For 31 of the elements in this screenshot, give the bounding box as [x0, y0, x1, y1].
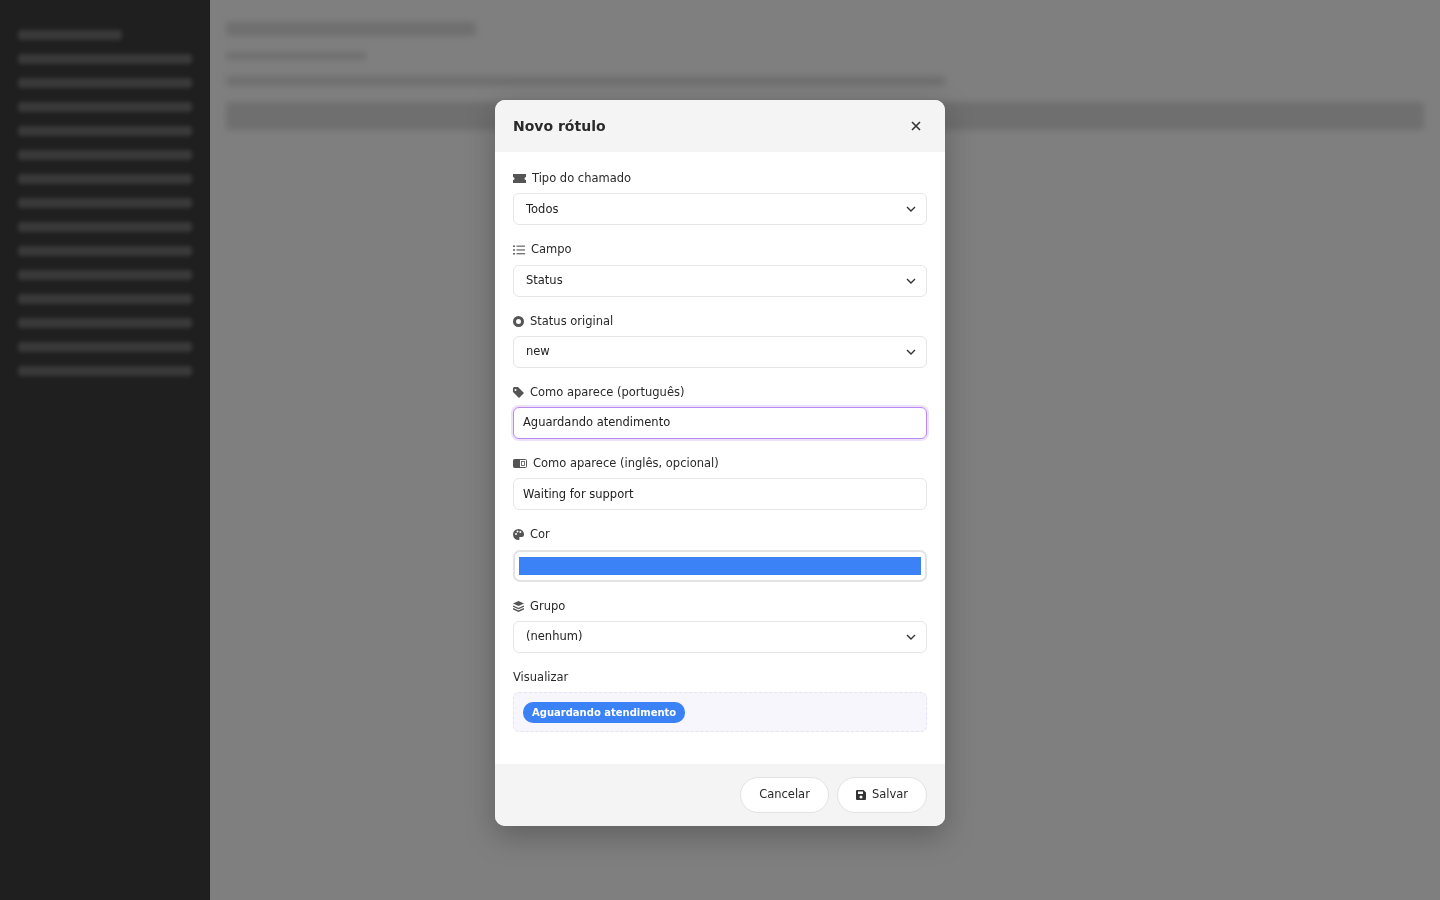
select-field[interactable]: new [513, 335, 927, 368]
field-label: Status original [530, 312, 614, 330]
chevron-down-icon [906, 348, 916, 355]
select-field[interactable]: Todos [513, 193, 927, 226]
close-icon [911, 121, 921, 131]
select-field[interactable]: (nenhum) [513, 620, 927, 653]
field-label: Campo [531, 241, 572, 259]
chevron-down-icon [906, 633, 916, 640]
select-field[interactable]: Status [513, 264, 927, 297]
field-label: Grupo [530, 597, 566, 615]
ticket-icon [513, 174, 526, 184]
tag-icon [513, 386, 524, 398]
status-badge: Aguardando atendimento [523, 701, 686, 723]
field-label: Como aparece (inglês, opcional) [533, 455, 719, 472]
field-label: Como aparece (português) [530, 383, 685, 401]
preview-label: Visualizar [513, 668, 570, 686]
cancel-button[interactable]: Cancelar [740, 777, 829, 813]
chevron-down-icon [906, 206, 916, 213]
circle-dot-icon [513, 315, 524, 327]
input-field[interactable]: Aguardando atendimento [513, 407, 927, 439]
palette-icon [513, 529, 524, 541]
list-icon [513, 244, 525, 255]
color-picker-field[interactable] [513, 549, 927, 582]
input-field[interactable]: Waiting for support [513, 478, 927, 511]
field-label: Cor [530, 526, 550, 544]
language-card-icon [513, 459, 527, 469]
save-button[interactable]: Salvar [836, 777, 927, 813]
field-label: Tipo do chamado [532, 170, 632, 187]
layers-icon [513, 600, 524, 612]
chevron-down-icon [906, 277, 916, 284]
modal-title: Novo rótulo [513, 116, 606, 136]
